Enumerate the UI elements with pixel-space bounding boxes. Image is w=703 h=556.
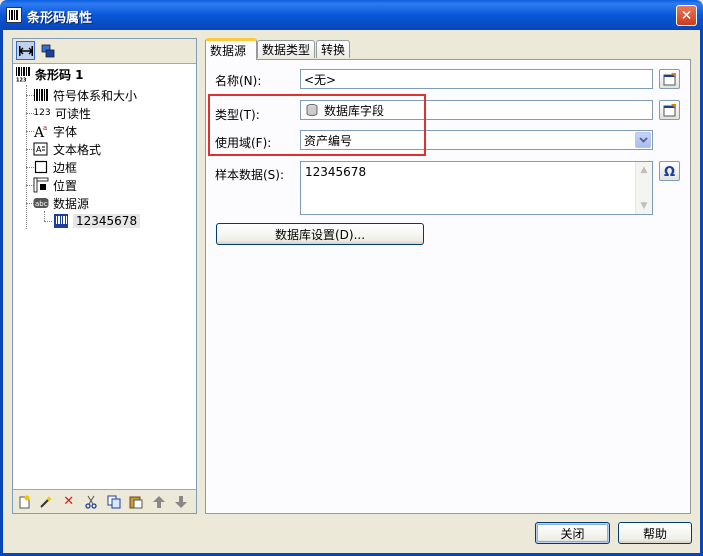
name-label: 名称(N):: [215, 74, 262, 88]
readability-icon: 123: [33, 108, 51, 118]
omega-icon: Ω: [664, 165, 675, 178]
delete-icon[interactable]: ✕: [61, 494, 77, 510]
barcode-icon: 123: [15, 66, 31, 82]
edit-form-icon: [663, 73, 676, 86]
title-bar: 条形码属性 ✕: [0, 0, 703, 30]
chevron-down-icon[interactable]: [635, 132, 651, 148]
layers-icon: [41, 44, 54, 57]
expand-arrows-icon: [18, 45, 33, 56]
new-item-icon[interactable]: [16, 494, 32, 510]
domain-select[interactable]: 资产编号: [300, 130, 653, 150]
svg-text:A: A: [36, 145, 42, 154]
font-icon: Aa: [33, 123, 49, 139]
tree-item-text-format[interactable]: A 文本格式: [33, 140, 101, 158]
tree-item-label: 文本格式: [53, 142, 102, 157]
tree-item-position[interactable]: 位置: [33, 176, 77, 194]
svg-text:Ω: Ω: [664, 165, 675, 178]
tree-item-label: 边框: [53, 160, 78, 175]
window-close-button[interactable]: ✕: [676, 5, 697, 26]
sample-scrollbar[interactable]: ▲ ▼: [635, 162, 652, 214]
svg-text:abc: abc: [35, 200, 48, 208]
database-settings-button[interactable]: 数据库设置(D)...: [216, 223, 424, 245]
text-format-icon: A: [33, 141, 49, 157]
position-icon: [33, 177, 49, 193]
tree-item-border[interactable]: 边框: [33, 158, 77, 176]
data-source-icon: abc: [33, 195, 49, 211]
scroll-down-icon[interactable]: ▼: [636, 198, 652, 214]
tree-item-label: 符号体系和大小: [53, 88, 138, 103]
domain-value: 资产编号: [304, 133, 353, 148]
tree-connector: [44, 221, 52, 222]
special-char-button[interactable]: Ω: [659, 161, 680, 181]
tree-item-data-source[interactable]: abc 数据源: [33, 194, 89, 212]
paste-icon[interactable]: [129, 494, 145, 510]
tab-data-source[interactable]: 数据源: [205, 38, 257, 60]
tree-item-label: 条形码 1: [35, 67, 84, 82]
tree-item-label: 可读性: [55, 106, 92, 121]
expand-view-button[interactable]: [16, 41, 35, 60]
tree-item-label: 位置: [53, 178, 78, 193]
name-field[interactable]: <无>: [300, 69, 653, 89]
properties-tree-panel: 123 条形码 1 符号体系和大小 123 可读性 Aa 字体 A 文本格式 边…: [12, 38, 197, 514]
tree-item-font[interactable]: Aa 字体: [33, 122, 77, 140]
type-field[interactable]: 数据库字段: [300, 100, 653, 120]
layers-view-button[interactable]: [38, 41, 57, 60]
border-icon: [33, 159, 49, 175]
move-down-icon[interactable]: [174, 494, 190, 510]
close-button[interactable]: 关闭: [535, 522, 610, 544]
tree-toolbar: [13, 39, 196, 64]
type-value: 数据库字段: [324, 103, 385, 118]
tree-item-readability[interactable]: 123 可读性: [33, 104, 91, 122]
type-edit-button[interactable]: [659, 100, 680, 120]
copy-icon[interactable]: [106, 494, 122, 510]
tree-item-symbology[interactable]: 符号体系和大小: [33, 86, 137, 104]
window-title: 条形码属性: [27, 11, 93, 26]
magic-wand-icon[interactable]: [39, 494, 55, 510]
edit-form-icon: [663, 104, 676, 117]
domain-label: 使用域(F):: [215, 136, 272, 150]
svg-text:123: 123: [16, 78, 27, 83]
barcode-symbology-icon: [33, 87, 49, 103]
tab-panel-data-source: [205, 59, 691, 514]
database-icon: [306, 104, 318, 116]
sample-label: 样本数据(S):: [215, 168, 285, 182]
tree-item-data-value[interactable]: 12345678: [53, 212, 141, 230]
barcode-app-icon: [6, 7, 22, 23]
window-frame-left: [0, 30, 3, 556]
tree-item-barcode[interactable]: 123 条形码 1: [15, 65, 84, 83]
cut-icon[interactable]: [84, 494, 100, 510]
tree-item-label: 字体: [53, 124, 78, 139]
tree-actions-toolbar: ✕: [13, 489, 196, 513]
type-label: 类型(T):: [215, 108, 260, 122]
help-button[interactable]: 帮助: [618, 522, 692, 544]
tree-item-label: 数据源: [53, 196, 90, 211]
tree-connector: [26, 85, 27, 229]
barcode-data-icon: [53, 213, 69, 229]
tree-connector: [44, 211, 45, 221]
tab-transform[interactable]: 转换: [316, 40, 350, 58]
sample-value: 12345678: [305, 165, 367, 179]
name-edit-button[interactable]: [659, 69, 680, 89]
property-tree: 123 条形码 1 符号体系和大小 123 可读性 Aa 字体 A 文本格式 边…: [13, 65, 196, 485]
tab-data-type[interactable]: 数据类型: [257, 40, 315, 58]
scroll-up-icon[interactable]: ▲: [636, 162, 652, 178]
move-up-icon[interactable]: [151, 494, 167, 510]
tree-item-label: 12345678: [73, 214, 141, 228]
sample-textarea[interactable]: 12345678 ▲ ▼: [300, 161, 653, 215]
svg-text:a: a: [43, 124, 47, 132]
name-value: <无>: [304, 72, 337, 87]
